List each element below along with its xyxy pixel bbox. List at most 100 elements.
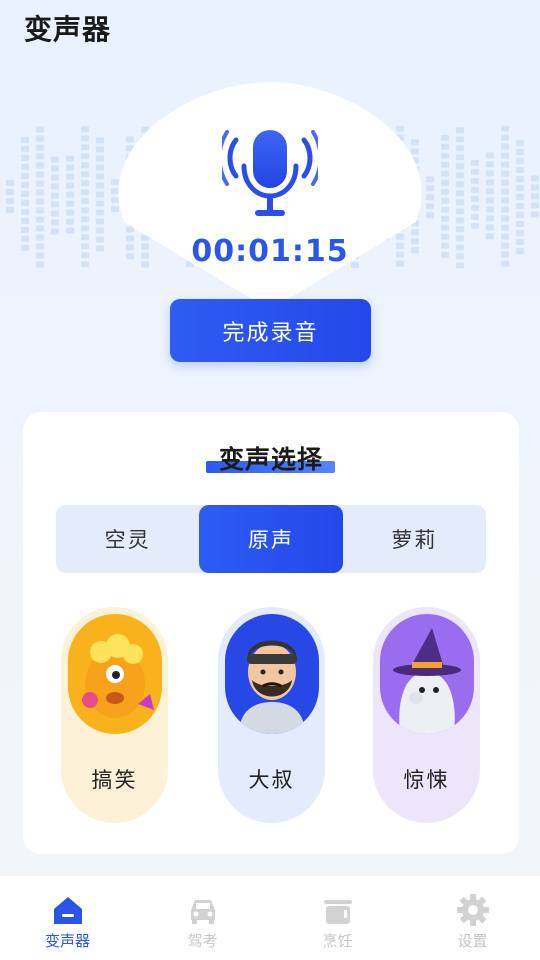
wave-bar-segment: [516, 193, 524, 200]
wave-bar-segment: [81, 198, 89, 205]
wave-bar-segment: [441, 143, 449, 150]
wave-bar-segment: [21, 190, 29, 197]
nav-item-settings[interactable]: 设置: [405, 876, 540, 960]
nav-label: 设置: [457, 932, 488, 950]
wave-bar-segment: [516, 166, 524, 173]
wave-bar-segment: [66, 227, 74, 234]
wave-bar-segment: [516, 211, 524, 218]
wave-bar-segment: [516, 148, 524, 155]
wave-bar-segment: [36, 153, 44, 160]
wave-bar-segment: [81, 216, 89, 223]
microphone-icon[interactable]: [222, 126, 318, 222]
wave-bar-segment: [36, 135, 44, 142]
wave-bar-segment: [441, 188, 449, 195]
wave-bar-segment: [486, 188, 494, 195]
wave-bar-segment: [21, 226, 29, 233]
wave-bar-segment: [471, 186, 479, 193]
finish-recording-button[interactable]: 完成录音: [170, 299, 371, 362]
wave-bar-segment: [471, 195, 479, 202]
wave-bar-segment: [96, 173, 104, 180]
wave-bar-segment: [81, 171, 89, 178]
tab-original[interactable]: 原声: [199, 505, 343, 573]
wave-bar-segment: [21, 208, 29, 215]
wave-bar-segment: [486, 197, 494, 204]
wave-bar-segment: [441, 206, 449, 213]
wave-bar-segment: [36, 198, 44, 205]
wave-bar-segment: [516, 184, 524, 191]
wave-bar-segment: [501, 188, 509, 195]
wave-bar-segment: [516, 220, 524, 227]
nav-item-voice-changer[interactable]: 变声器: [0, 876, 135, 960]
wave-bar-segment: [51, 165, 59, 172]
wave-bar-segment: [456, 226, 464, 233]
wave-bar-segment: [96, 200, 104, 207]
tab-loli[interactable]: 萝莉: [343, 505, 486, 573]
wave-bar-segment: [471, 222, 479, 229]
wave-bar-segment: [516, 202, 524, 209]
wave-bar-segment: [36, 225, 44, 232]
wave-bar-segment: [96, 155, 104, 162]
wave-bar-segment: [21, 163, 29, 170]
ghost-witch-icon: [379, 614, 474, 734]
voice-option-thriller[interactable]: 惊悚: [373, 607, 480, 823]
gear-icon: [456, 894, 489, 926]
home-icon: [53, 897, 82, 924]
wave-bar-segment: [81, 135, 89, 142]
wave-bar-segment: [456, 217, 464, 224]
wave-bar-segment: [456, 199, 464, 206]
wave-bar-segment: [21, 136, 29, 143]
wave-bar-segment: [426, 194, 434, 201]
wave-bar-segment: [6, 207, 14, 213]
wave-bar-segment: [96, 164, 104, 171]
wave-bar-segment: [51, 210, 59, 217]
wave-bar-segment: [51, 156, 59, 163]
wave-bar-segment: [21, 217, 29, 224]
wave-bar-segment: [6, 180, 14, 186]
uncle-avatar-icon: [224, 614, 319, 734]
voice-option-uncle[interactable]: 大叔: [218, 607, 325, 823]
wave-bar-segment: [21, 181, 29, 188]
wave-bar-segment: [51, 219, 59, 226]
wave-bar-segment: [516, 139, 524, 146]
wave-bar-segment: [21, 154, 29, 161]
wave-bar-segment: [471, 177, 479, 184]
wave-bar-segment: [441, 170, 449, 177]
wave-bar-segment: [66, 191, 74, 198]
nav-label: 变声器: [44, 932, 90, 950]
wave-bar-segment: [486, 161, 494, 168]
wave-bar-segment: [501, 179, 509, 186]
wave-bar-segment: [36, 180, 44, 187]
wave-bar-segment: [456, 181, 464, 188]
bottom-nav: 变声器 驾考 烹饪 设置: [0, 876, 540, 960]
wave-bar-segment: [501, 224, 509, 231]
wave-bar-segment: [96, 191, 104, 198]
wave-bar-segment: [531, 175, 539, 182]
nav-item-cooking[interactable]: 烹饪: [270, 876, 405, 960]
voice-option-funny[interactable]: 搞笑: [61, 607, 168, 823]
wave-bar-segment: [441, 224, 449, 231]
wave-bar-segment: [516, 157, 524, 164]
voice-label: 惊悚: [403, 768, 450, 792]
wave-bar-segment: [501, 197, 509, 204]
wave-bar-segment: [66, 209, 74, 216]
recording-timer: 00:01:15: [191, 234, 349, 269]
wave-bar-segment: [81, 180, 89, 187]
tab-ethereal[interactable]: 空灵: [56, 505, 199, 573]
wave-bar-segment: [36, 162, 44, 169]
nav-item-driving[interactable]: 驾考: [135, 876, 270, 960]
wave-bar-segment: [36, 126, 44, 133]
wave-bar-segment: [36, 216, 44, 223]
wave-bar-segment: [426, 212, 434, 219]
car-icon: [190, 900, 215, 924]
wave-bar-segment: [21, 199, 29, 206]
wave-bar-segment: [21, 145, 29, 152]
voice-label: 大叔: [248, 768, 295, 792]
wave-bar-segment: [456, 190, 464, 197]
wave-bar-segment: [456, 172, 464, 179]
wave-bar-segment: [426, 176, 434, 183]
wave-bar-segment: [441, 134, 449, 141]
wave-bar-segment: [66, 155, 74, 162]
voice-select-card: 变声选择 空灵 原声 萝莉 搞笑 大叔 惊悚: [23, 412, 519, 854]
nav-label: 烹饪: [322, 932, 353, 950]
wave-bar-segment: [96, 227, 104, 234]
